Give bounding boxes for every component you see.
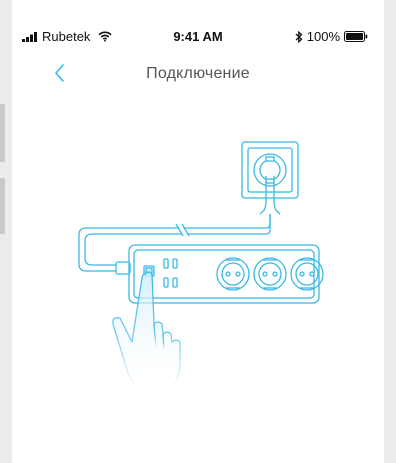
- power-strip: [128, 244, 324, 304]
- battery-percent: 100%: [306, 29, 340, 44]
- volume-up-button: [0, 120, 5, 162]
- page-title: Подключение: [146, 65, 250, 82]
- nav-bar: Подключение: [12, 56, 384, 92]
- wall-plug-cable: [78, 176, 281, 275]
- power-strip-illustration: [78, 141, 324, 388]
- wall-outlet: [241, 141, 299, 199]
- status-right: 100%: [295, 29, 368, 44]
- strip-socket: [253, 257, 287, 291]
- strip-socket: [216, 257, 250, 291]
- phone-frame: Rubetek 9:41 AM 100% Подключение: [0, 0, 396, 463]
- strip-socket: [290, 257, 324, 291]
- hand-pointer: [112, 271, 181, 388]
- bluetooth-icon: [295, 30, 303, 43]
- battery-icon: [344, 31, 368, 42]
- screen: Rubetek 9:41 AM 100% Подключение: [12, 0, 384, 463]
- volume-down-button: [0, 178, 5, 234]
- status-bar: Rubetek 9:41 AM 100%: [12, 26, 384, 46]
